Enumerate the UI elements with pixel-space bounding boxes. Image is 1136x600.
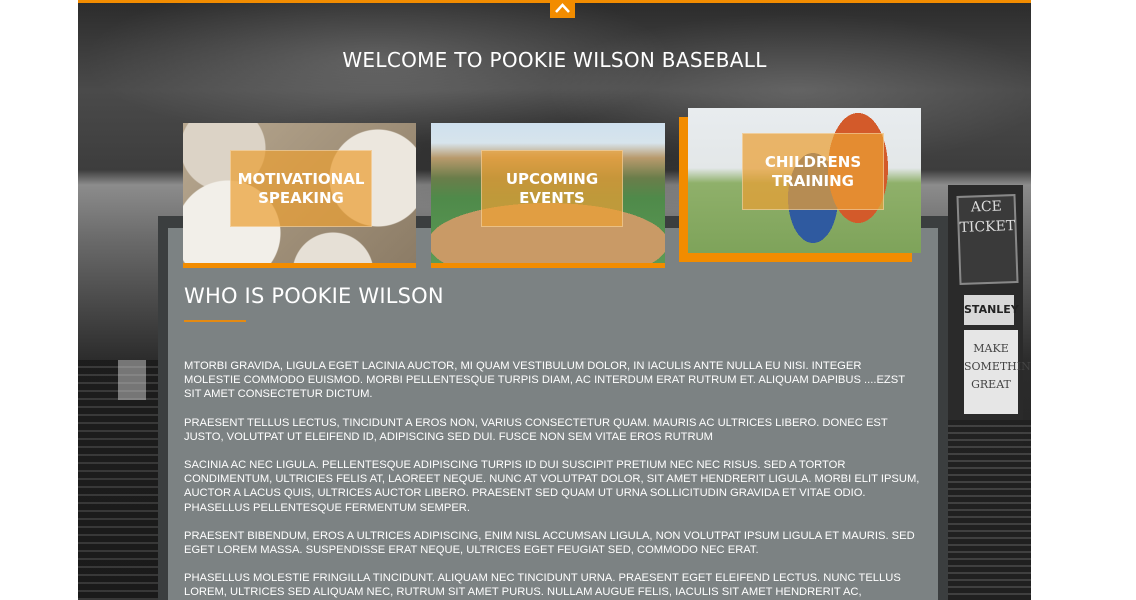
stadium-stands-right bbox=[940, 420, 1031, 600]
stanley-sign: STANLEY bbox=[964, 295, 1019, 325]
about-body: MTORBI GRAVIDA, LIGULA EGET LACINIA AUCT… bbox=[184, 359, 920, 600]
card-accent-bar bbox=[183, 263, 416, 268]
card-label[interactable]: MOTIVATIONAL SPEAKING bbox=[230, 150, 372, 227]
card-label-line: MOTIVATIONAL bbox=[237, 169, 365, 188]
card-label-line: UPCOMING bbox=[505, 169, 599, 188]
heading-underline bbox=[184, 320, 246, 322]
card-label-line: SPEAKING bbox=[258, 188, 344, 207]
card-label[interactable]: CHILDRENS TRAINING bbox=[742, 133, 884, 210]
card-accent-bar bbox=[431, 263, 665, 268]
chevron-up-icon bbox=[555, 3, 570, 13]
card-label-line: EVENTS bbox=[519, 188, 585, 207]
about-paragraph: PRAESENT BIBENDUM, EROS A ULTRICES ADIPI… bbox=[184, 529, 915, 557]
about-paragraph: SACINIA AC NEC LIGULA. PELLENTESQUE ADIP… bbox=[184, 459, 920, 514]
scroll-top-button[interactable] bbox=[550, 0, 575, 18]
card-upcoming-events[interactable]: UPCOMING EVENTS bbox=[431, 123, 665, 268]
hero-background: ACE TICKET STANLEY MAKE SOMETHING GREAT … bbox=[78, 0, 1031, 600]
card-label[interactable]: UPCOMING EVENTS bbox=[481, 150, 623, 227]
sign-line: MAKE bbox=[973, 342, 1009, 355]
section-heading: WHO IS POOKIE WILSON bbox=[184, 284, 444, 308]
stadium-light bbox=[118, 360, 146, 400]
ace-ticket-sign: ACE TICKET bbox=[956, 193, 1019, 286]
kids-baseball-photo: CHILDRENS TRAINING bbox=[688, 108, 921, 253]
about-paragraph: PHASELLUS MOLESTIE FRINGILLA TINCIDUNT. … bbox=[184, 572, 901, 599]
sign-line: SOMETHING bbox=[964, 360, 1031, 373]
card-label-line: TRAINING bbox=[772, 171, 854, 190]
card-label-line: CHILDRENS bbox=[764, 152, 862, 171]
make-something-great-sign: MAKE SOMETHING GREAT bbox=[964, 330, 1031, 414]
card-childrens-training[interactable]: CHILDRENS TRAINING bbox=[679, 108, 921, 264]
card-motivational-speaking[interactable]: MOTIVATIONAL SPEAKING bbox=[183, 123, 416, 268]
about-paragraph: PRAESENT TELLUS LECTUS, TINCIDUNT A EROS… bbox=[184, 416, 888, 443]
about-section: WHO IS POOKIE WILSON MTORBI GRAVIDA, LIG… bbox=[168, 228, 938, 600]
sign-line: GREAT bbox=[971, 378, 1011, 391]
about-paragraph: MTORBI GRAVIDA, LIGULA EGET LACINIA AUCT… bbox=[184, 360, 905, 401]
page-title: WELCOME TO POOKIE WILSON BASEBALL bbox=[342, 48, 767, 72]
